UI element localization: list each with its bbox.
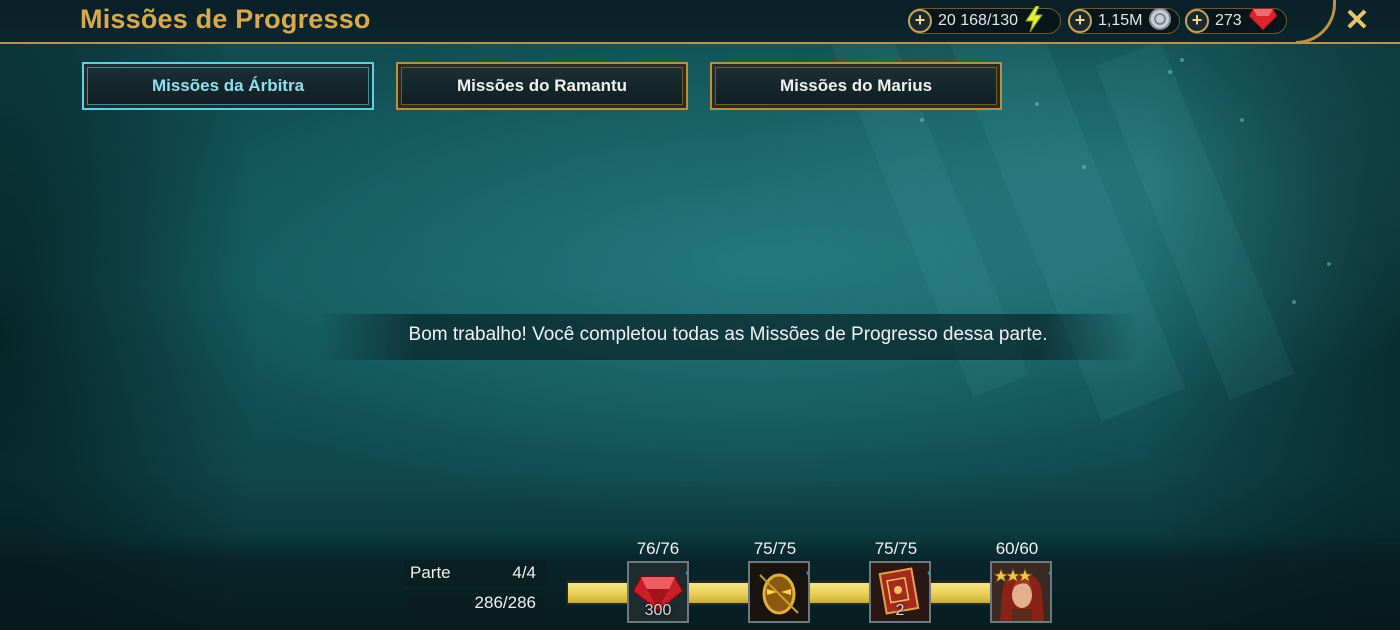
energy-lightning-icon (1024, 5, 1044, 37)
completion-message: Bom trabalho! Você completou todas as Mi… (408, 324, 1048, 345)
add-gems-button[interactable]: + (1185, 9, 1209, 33)
close-button[interactable]: ✕ (1340, 4, 1374, 38)
reward-champion[interactable] (990, 561, 1052, 623)
particle (1240, 118, 1244, 122)
ruby-gem-icon (1248, 7, 1278, 36)
energy-value: 20 168/130 (938, 12, 1019, 29)
particle (1327, 262, 1331, 266)
tab-ramantu-missions[interactable]: Missões do Ramantu (396, 62, 688, 110)
page-title: Missões de Progresso (80, 4, 371, 34)
part-label: Parte (410, 563, 451, 582)
milestone-count: 76/76 (636, 539, 680, 558)
champion-portrait-icon (992, 563, 1050, 621)
add-energy-button[interactable]: + (908, 9, 932, 33)
points-total: 286/286 (404, 590, 546, 616)
tab-arbitra-missions[interactable]: Missões da Árbitra (82, 62, 374, 110)
tab-label: Missões da Árbitra (151, 76, 305, 95)
corner-ornament (1296, 0, 1336, 44)
gem-counter: + 273 (1185, 8, 1287, 34)
add-silver-button[interactable]: + (1068, 9, 1092, 33)
milestone-count: 60/60 (995, 539, 1039, 558)
part-value: 4/4 (512, 563, 536, 582)
reward-quantity: 2 (895, 602, 905, 619)
tab-label: Missões do Ramantu (456, 76, 628, 95)
particle (1180, 58, 1184, 62)
particle (1082, 165, 1086, 169)
golden-mask-icon (750, 563, 808, 621)
particle (920, 118, 924, 122)
reward-mask[interactable] (748, 561, 810, 623)
silver-coin-icon (1148, 7, 1172, 36)
milestone-count: 75/75 (874, 539, 918, 558)
gem-value: 273 (1215, 12, 1242, 29)
part-indicator: Parte 4/4 (404, 560, 546, 586)
particle (1168, 70, 1172, 74)
silver-counter: + 1,15M (1068, 7, 1180, 36)
particle (1292, 300, 1296, 304)
energy-counter: + 20 168/130 (908, 5, 1061, 37)
silver-value: 1,15M (1098, 12, 1143, 29)
top-bar: Missões de Progresso + 20 168/130 + 1,15… (0, 0, 1400, 44)
reward-tome[interactable]: 2 (869, 561, 931, 623)
tab-marius-missions[interactable]: Missões do Marius (710, 62, 1002, 110)
particle (1035, 102, 1039, 106)
tab-label: Missões do Marius (779, 76, 933, 95)
milestone-count: 75/75 (753, 539, 797, 558)
reward-quantity: 300 (644, 602, 672, 619)
reward-gems-300[interactable]: 300 (627, 561, 689, 623)
